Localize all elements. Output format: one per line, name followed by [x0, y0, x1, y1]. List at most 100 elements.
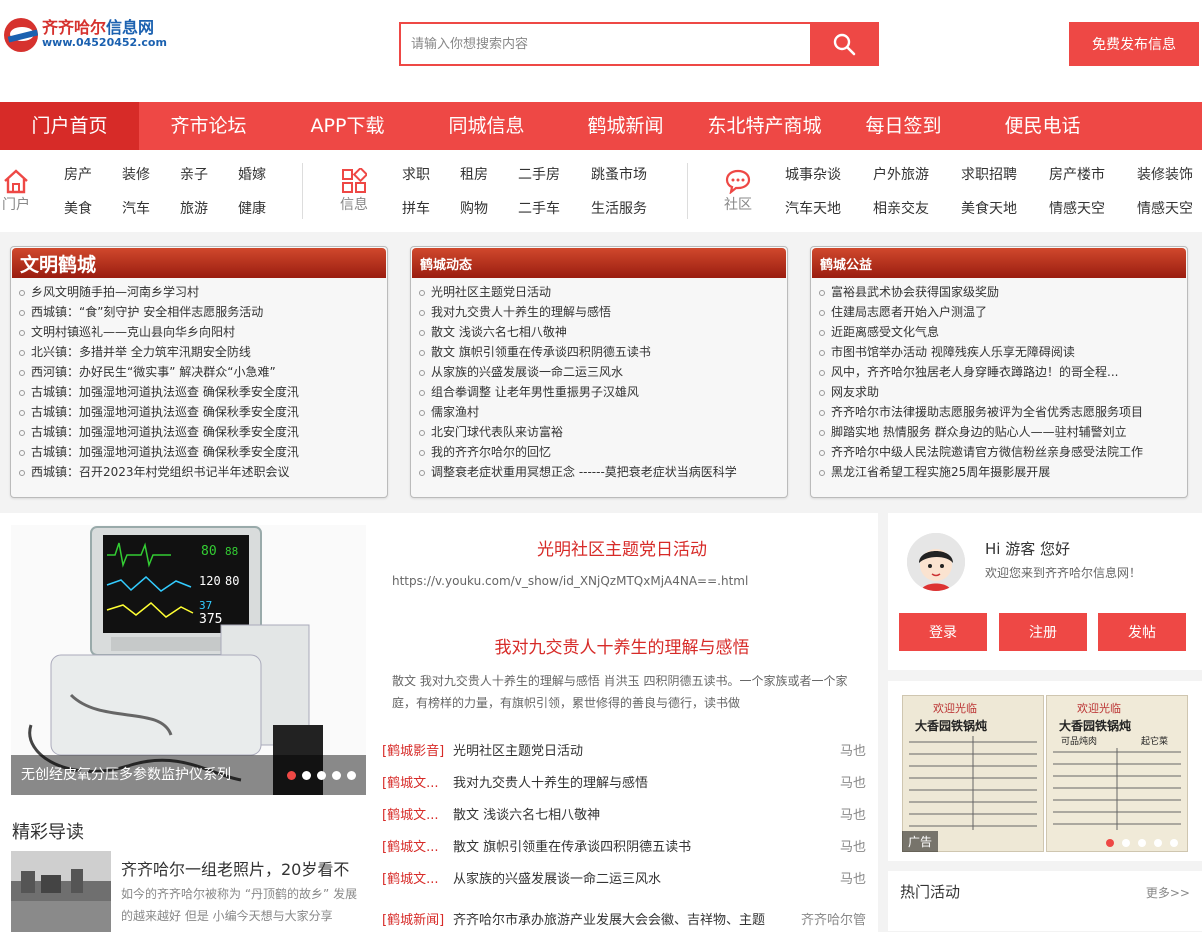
news-title[interactable]: 齐齐哈尔市承办旅游产业发展大会会徽、吉祥物、主题: [453, 909, 801, 928]
list-item[interactable]: 古城镇：加强湿地河道执法巡查 确保秋季安全度汛: [19, 442, 387, 462]
list-item[interactable]: 我对九交贵人十养生的理解与感悟: [419, 302, 787, 322]
list-item[interactable]: 古城镇：加强湿地河道执法巡查 确保秋季安全度汛: [19, 402, 387, 422]
news-row[interactable]: [鹤城影音] 光明社区主题党日活动 马也: [382, 733, 866, 765]
news-title[interactable]: 从家族的兴盛发展谈一命二运三风水: [453, 868, 826, 887]
featured-title[interactable]: 光明社区主题党日活动: [382, 535, 862, 560]
nav-mall[interactable]: 东北特产商城: [695, 102, 834, 150]
list-item[interactable]: 古城镇：加强湿地河道执法巡查 确保秋季安全度汛: [19, 382, 387, 402]
list-item[interactable]: 近距离感受文化气息: [819, 322, 1187, 342]
search-input[interactable]: [401, 24, 810, 64]
ad-dot[interactable]: [1106, 839, 1114, 847]
list-item[interactable]: 黑龙江省希望工程实施25周年摄影展开展: [819, 462, 1187, 482]
news-title[interactable]: 散文 浅谈六名七相八敬神: [453, 804, 826, 823]
news-tag[interactable]: [鹤城文...: [382, 772, 453, 791]
nav-app[interactable]: APP下载: [278, 102, 417, 150]
cat-link[interactable]: 求职招聘: [961, 157, 1049, 191]
list-item[interactable]: 北兴镇：多措并举 全力筑牢汛期安全防线: [19, 342, 387, 362]
ad-dot[interactable]: [1138, 839, 1146, 847]
register-button[interactable]: 注册: [999, 613, 1087, 651]
list-item[interactable]: 西城镇：“食”刻守护 安全相伴志愿服务活动: [19, 302, 387, 322]
list-item[interactable]: 富裕县武术协会获得国家级奖励: [819, 282, 1187, 302]
list-item[interactable]: 光明社区主题党日活动: [419, 282, 787, 302]
cat-link[interactable]: 城事杂谈: [785, 157, 873, 191]
nav-checkin[interactable]: 每日签到: [834, 102, 973, 150]
news-title[interactable]: 散文 旗帜引领重在传承谈四积阴德五读书: [453, 836, 826, 855]
news-tag[interactable]: [鹤城文...: [382, 836, 453, 855]
nav-local-info[interactable]: 同城信息: [417, 102, 556, 150]
list-item[interactable]: 古城镇：加强湿地河道执法巡查 确保秋季安全度汛: [19, 422, 387, 442]
list-item[interactable]: 我的齐齐尔哈尔的回忆: [419, 442, 787, 462]
list-item[interactable]: 散文 旗帜引领重在传承谈四积阴德五读书: [419, 342, 787, 362]
news-tag[interactable]: [鹤城影音]: [382, 740, 453, 759]
nav-news[interactable]: 鹤城新闻: [556, 102, 695, 150]
ad-banner[interactable]: 欢迎光临 大香园铁锅炖 欢迎光临 大香园铁锅炖 可品炖肉 起它菜 广告: [888, 681, 1202, 861]
cat-link[interactable]: 跳蚤市场: [591, 157, 671, 191]
cat-link[interactable]: 购物: [460, 191, 518, 225]
reading-thumbnail[interactable]: [11, 851, 111, 932]
cat-link[interactable]: 健康: [238, 191, 278, 225]
list-item[interactable]: 脚踏实地 热情服务 群众身边的贴心人——驻村辅警刘立: [819, 422, 1187, 442]
news-row[interactable]: [鹤城新闻] 齐齐哈尔市承办旅游产业发展大会会徽、吉祥物、主题 齐齐哈尔管: [382, 909, 866, 928]
publish-button[interactable]: 免费发布信息: [1069, 22, 1199, 66]
nav-phone[interactable]: 便民电话: [973, 102, 1112, 150]
news-row[interactable]: [鹤城文... 我对九交贵人十养生的理解与感悟 马也: [382, 765, 866, 797]
featured-title[interactable]: 我对九交贵人十养生的理解与感悟: [382, 633, 862, 658]
cat-link[interactable]: 二手房: [518, 157, 591, 191]
cat-link[interactable]: 亲子: [180, 157, 238, 191]
search-button[interactable]: [810, 24, 877, 64]
list-item[interactable]: 儒家渔村: [419, 402, 787, 422]
nav-home[interactable]: 门户首页: [0, 102, 139, 150]
reading-title[interactable]: 齐齐哈尔一组老照片，20岁看不: [121, 856, 349, 880]
list-item[interactable]: 组合拳调整 让老年男性重振男子汉雄风: [419, 382, 787, 402]
ad-dot[interactable]: [1170, 839, 1178, 847]
cat-link[interactable]: 装修: [122, 157, 180, 191]
list-item[interactable]: 风中，齐齐哈尔独居老人身穿睡衣蹲路边！的哥全程...: [819, 362, 1187, 382]
slider-dot[interactable]: [287, 771, 296, 780]
image-slider[interactable]: 80 88 120 80 37 375 无创经皮氧分压多参数监护仪系列: [11, 525, 366, 795]
list-item[interactable]: 西河镇：办好民生“微实事” 解决群众“小急难”: [19, 362, 387, 382]
cat-link[interactable]: 房产楼市: [1049, 157, 1137, 191]
ad-dot[interactable]: [1122, 839, 1130, 847]
slider-dot[interactable]: [317, 771, 326, 780]
more-link[interactable]: 更多>>: [1146, 884, 1190, 931]
cat-link[interactable]: 汽车天地: [785, 191, 873, 225]
portal-link[interactable]: 门户: [0, 168, 32, 214]
cat-link[interactable]: 求职: [402, 157, 460, 191]
cat-link[interactable]: 婚嫁: [238, 157, 278, 191]
cat-link[interactable]: 二手车: [518, 191, 591, 225]
cat-link[interactable]: 户外旅游: [873, 157, 961, 191]
news-row[interactable]: [鹤城文... 散文 浅谈六名七相八敬神 马也: [382, 797, 866, 829]
list-item[interactable]: 文明村镇巡礼——克山县向华乡向阳村: [19, 322, 387, 342]
login-button[interactable]: 登录: [899, 613, 987, 651]
slider-dot[interactable]: [347, 771, 356, 780]
list-item[interactable]: 住建局志愿者开始入户测温了: [819, 302, 1187, 322]
list-item[interactable]: 从家族的兴盛发展谈一命二运三风水: [419, 362, 787, 382]
news-tag[interactable]: [鹤城文...: [382, 868, 453, 887]
list-item[interactable]: 北安门球代表队来访富裕: [419, 422, 787, 442]
community-link[interactable]: 社区: [722, 168, 754, 214]
cat-link[interactable]: 拼车: [402, 191, 460, 225]
cat-link[interactable]: 汽车: [122, 191, 180, 225]
cat-link[interactable]: 情感天空: [1049, 191, 1137, 225]
cat-link[interactable]: 相亲交友: [873, 191, 961, 225]
ad-dot[interactable]: [1154, 839, 1162, 847]
list-item[interactable]: 散文 浅谈六名七相八敬神: [419, 322, 787, 342]
list-item[interactable]: 网友求助: [819, 382, 1187, 402]
list-item[interactable]: 齐齐哈尔中级人民法院邀请官方微信粉丝亲身感受法院工作: [819, 442, 1187, 462]
list-item[interactable]: 西城镇：召开2023年村党组织书记半年述职会议: [19, 462, 387, 482]
news-title[interactable]: 我对九交贵人十养生的理解与感悟: [453, 772, 826, 791]
list-item[interactable]: 乡风文明随手拍—河南乡学习村: [19, 282, 387, 302]
cat-link[interactable]: 美食天地: [961, 191, 1049, 225]
cat-link[interactable]: 美食: [64, 191, 122, 225]
list-item[interactable]: 市图书馆举办活动 视障残疾人乐享无障碍阅读: [819, 342, 1187, 362]
cat-link[interactable]: 情感天空: [1137, 191, 1199, 225]
slider-dot[interactable]: [302, 771, 311, 780]
cat-link[interactable]: 房产: [64, 157, 122, 191]
info-link[interactable]: 信息: [338, 168, 370, 214]
list-item[interactable]: 齐齐哈尔市法律援助志愿服务被评为全省优秀志愿服务项目: [819, 402, 1187, 422]
list-item[interactable]: 调整衰老症状重用冥想正念 ------莫把衰老症状当病医科学: [419, 462, 787, 482]
cat-link[interactable]: 装修装饰: [1137, 157, 1199, 191]
slider-dot[interactable]: [332, 771, 341, 780]
news-row[interactable]: [鹤城文... 从家族的兴盛发展谈一命二运三风水 马也: [382, 861, 866, 893]
cat-link[interactable]: 租房: [460, 157, 518, 191]
